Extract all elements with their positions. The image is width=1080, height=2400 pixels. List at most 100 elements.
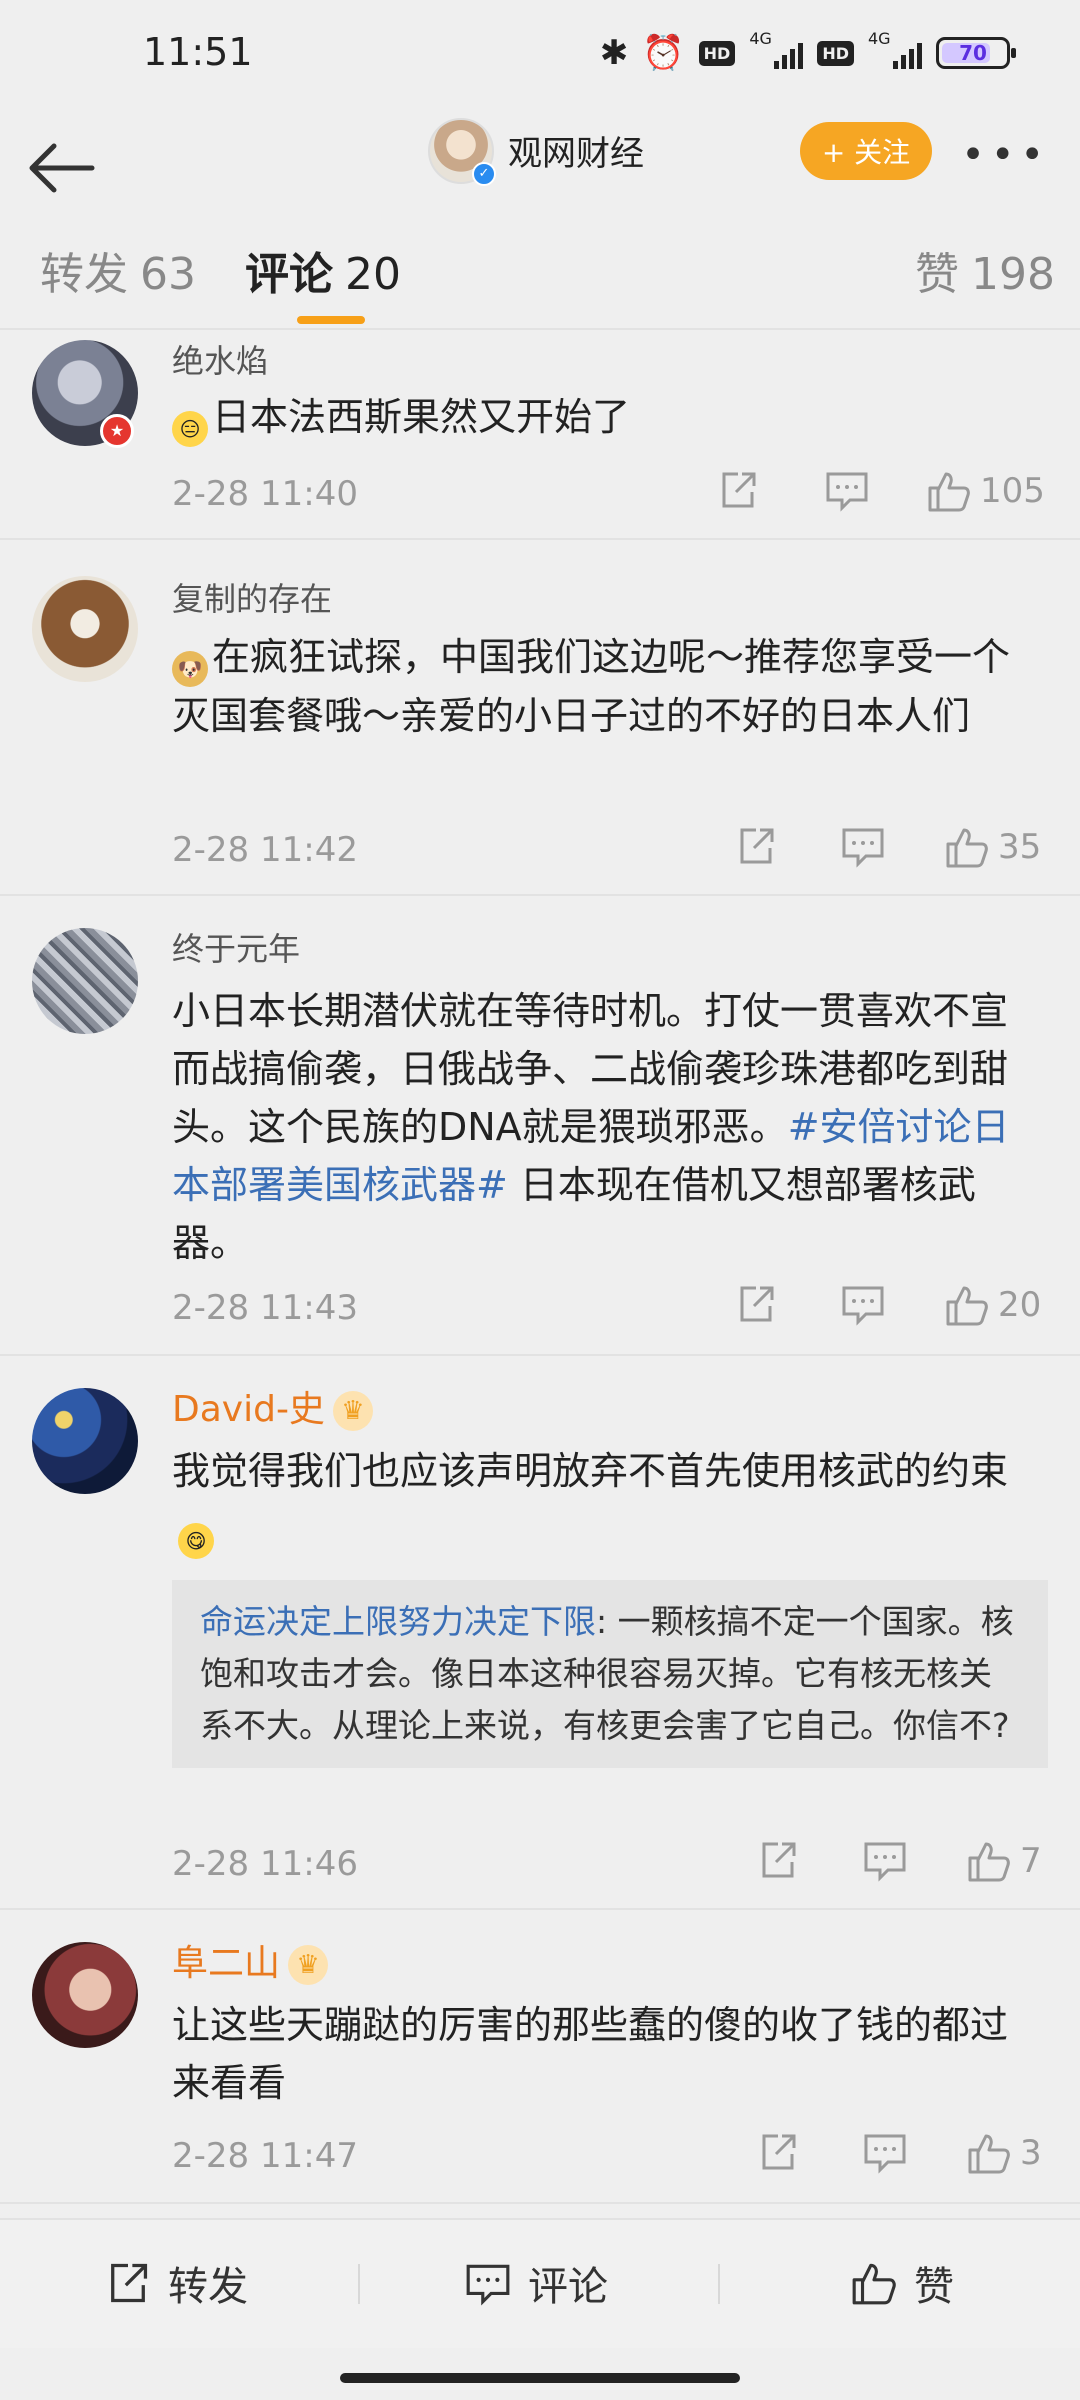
comment-date: 2-28 11:43 xyxy=(172,1288,358,1328)
tab-comments-count: 20 xyxy=(345,249,401,300)
like-button[interactable]: 35 xyxy=(944,824,1041,870)
like-count: 105 xyxy=(980,471,1045,511)
comment-icon[interactable] xyxy=(840,1282,886,1326)
status-time: 11:51 xyxy=(143,30,253,74)
avatar[interactable] xyxy=(32,1388,138,1494)
emoji-icon: 😋 xyxy=(178,1523,214,1559)
comment-icon xyxy=(466,2264,510,2306)
comment-item: ★ 绝水焰 😑 日本法西斯果然又开始了 2-28 11:40 105 xyxy=(0,332,1080,540)
comment-icon[interactable] xyxy=(862,1838,908,1882)
repost-label: 转发 xyxy=(168,2264,248,2310)
tab-likes[interactable]: 赞 198 xyxy=(915,238,1055,302)
comment-icon[interactable] xyxy=(862,2130,908,2174)
avatar[interactable] xyxy=(32,1942,138,2048)
comment-meta: 2-28 11:46 7 xyxy=(172,1838,1044,1894)
comment-date: 2-28 11:40 xyxy=(172,474,358,514)
back-arrow-icon[interactable] xyxy=(22,128,102,208)
hd-icon: HD xyxy=(698,40,736,66)
tab-likes-label: 赞 xyxy=(915,249,959,300)
tab-repost-label: 转发 xyxy=(40,249,128,300)
thumbs-up-icon xyxy=(946,828,988,868)
comment-button[interactable]: 评论 xyxy=(464,2254,608,2312)
comment-date: 2-28 11:42 xyxy=(172,830,358,870)
comment-text: 让这些天蹦跶的厉害的那些蠢的傻的收了钱的都过来看看 xyxy=(172,1996,1044,2112)
comment-meta: 2-28 11:40 105 xyxy=(172,468,1045,524)
account-name[interactable]: 观网财经 xyxy=(508,126,644,175)
like-button[interactable]: 20 xyxy=(944,1282,1041,1328)
comment-text: 😑 日本法西斯果然又开始了 xyxy=(172,388,1044,447)
emoji-icon: 😑 xyxy=(172,411,208,447)
tab-comments-label: 评论 xyxy=(245,249,333,300)
thumbs-up-icon xyxy=(852,2263,896,2305)
comment-username[interactable]: 阜二山 ♛ xyxy=(172,1934,329,1986)
quoted-reply[interactable]: 命运决定上限努力决定下限: 一颗核搞不定一个国家。核饱和攻击才会。像日本这种很容… xyxy=(172,1580,1048,1768)
like-count: 20 xyxy=(998,1285,1042,1325)
comment-meta: 2-28 11:42 35 xyxy=(172,824,1044,880)
share-icon[interactable] xyxy=(756,2130,800,2174)
comment-username[interactable]: 终于元年 xyxy=(172,924,300,970)
comment-text: 我觉得我们也应该声明放弃不首先使用核武的约束 😋 xyxy=(172,1442,1044,1559)
share-icon[interactable] xyxy=(734,824,778,868)
status-bar: 11:51 ✱ ⏰ HD 4G HD 4G 70 xyxy=(0,0,1080,110)
repost-icon xyxy=(111,2263,148,2303)
comment-username[interactable]: 复制的存在 xyxy=(172,574,332,620)
verified-badge-icon: ✓ xyxy=(472,162,496,186)
signal-icon-2: 4G xyxy=(868,29,922,69)
tab-comments[interactable]: 评论 20 xyxy=(245,238,401,302)
network-type: 4G xyxy=(749,29,772,48)
like-label: 赞 xyxy=(914,2264,954,2310)
more-dots-icon[interactable]: ••• xyxy=(961,132,1050,178)
comment-username[interactable]: 绝水焰 xyxy=(172,336,268,382)
comment-item: 终于元年 小日本长期潜伏就在等待时机。打仗一贯喜欢不宣而战搞偷袭，日俄战争、二战… xyxy=(0,898,1080,1356)
vip-crown-icon: ♛ xyxy=(288,1945,329,1985)
avatar[interactable] xyxy=(32,928,138,1034)
signal-icon: 4G xyxy=(749,29,804,69)
follow-button[interactable]: + 关注 xyxy=(800,122,932,180)
separator xyxy=(718,2264,720,2304)
comment-text: 🐶 在疯狂试探，中国我们这边呢～推荐您享受一个灭国套餐哦～亲爱的小日子过的不好的日… xyxy=(172,628,1044,745)
tab-repost[interactable]: 转发 63 xyxy=(40,238,196,302)
top-nav: ✓ 观网财经 + 关注 ••• xyxy=(0,110,1080,220)
comment-date: 2-28 11:46 xyxy=(172,1844,358,1884)
comment-text-body: 让这些天蹦跶的厉害的那些蠢的傻的收了钱的都过来看看 xyxy=(172,2003,1009,2105)
share-icon[interactable] xyxy=(756,1838,800,1882)
avatar[interactable] xyxy=(32,576,138,682)
thumbs-up-icon xyxy=(968,2134,1010,2174)
thumbs-up-icon xyxy=(968,1842,1010,1882)
comment-username-text: David-史 xyxy=(172,1389,325,1430)
quoted-reply-user[interactable]: 命运决定上限努力决定下限 xyxy=(200,1602,596,1641)
badge-icon: ★ xyxy=(100,414,134,448)
like-button[interactable]: 7 xyxy=(966,1838,1042,1884)
comment-text: 小日本长期潜伏就在等待时机。打仗一贯喜欢不宣而战搞偷袭，日俄战争、二战偷袭珍珠港… xyxy=(172,982,1044,1272)
like-count: 7 xyxy=(1020,1841,1042,1881)
comment-label: 评论 xyxy=(528,2264,608,2310)
comment-icon[interactable] xyxy=(824,468,870,512)
comment-username[interactable]: David-史 ♛ xyxy=(172,1380,373,1432)
battery-icon: 70 xyxy=(936,37,1016,69)
repost-button[interactable]: 转发 xyxy=(104,2254,248,2312)
network-type-2: 4G xyxy=(868,29,891,48)
comment-icon[interactable] xyxy=(840,824,886,868)
comment-meta: 2-28 11:47 3 xyxy=(172,2130,1044,2186)
hd-icon-2: HD xyxy=(817,40,854,66)
tab-bar: 转发 63 评论 20 赞 198 xyxy=(0,220,1080,330)
comment-username-text: 阜二山 xyxy=(172,1943,281,1984)
share-icon[interactable] xyxy=(734,1282,778,1326)
separator xyxy=(358,2264,360,2304)
thumbs-up-icon xyxy=(928,472,970,512)
like-button[interactable]: 3 xyxy=(966,2130,1042,2176)
home-indicator[interactable] xyxy=(340,2373,740,2383)
status-icons: ✱ ⏰ HD 4G HD 4G 70 xyxy=(600,29,1016,70)
comment-date: 2-28 11:47 xyxy=(172,2136,358,2176)
vip-crown-icon: ♛ xyxy=(332,1391,373,1431)
like-bottom-button[interactable]: 赞 xyxy=(850,2254,954,2312)
comment-text-body: 日本法西斯果然又开始了 xyxy=(212,395,631,439)
comment-item: 复制的存在 🐶 在疯狂试探，中国我们这边呢～推荐您享受一个灭国套餐哦～亲爱的小日子… xyxy=(0,542,1080,896)
share-icon[interactable] xyxy=(716,468,760,512)
battery-level: 70 xyxy=(959,41,987,65)
comment-text-body: 我觉得我们也应该声明放弃不首先使用核武的约束 xyxy=(172,1449,1009,1493)
tab-likes-count: 198 xyxy=(971,249,1055,300)
like-button[interactable]: 105 xyxy=(926,468,1045,514)
active-tab-indicator xyxy=(297,316,365,324)
comment-text-body: 在疯狂试探，中国我们这边呢～推荐您享受一个灭国套餐哦～亲爱的小日子过的不好的日本… xyxy=(172,635,1011,738)
